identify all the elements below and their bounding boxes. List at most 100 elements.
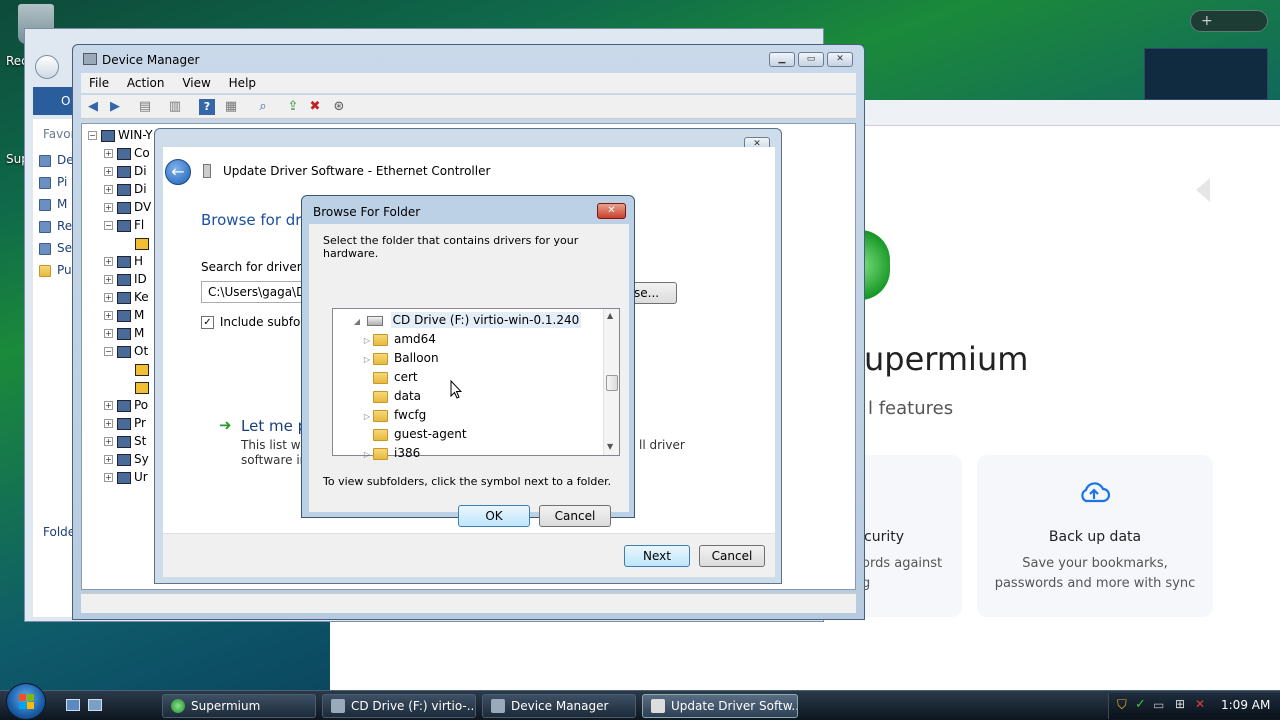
close-button[interactable]: ✕: [827, 52, 853, 67]
expand-icon[interactable]: +: [104, 455, 113, 464]
folder-row[interactable]: data: [361, 387, 421, 405]
scan-hardware-icon[interactable]: ⌕: [255, 99, 271, 115]
device-category-row[interactable]: + Ke: [104, 288, 149, 306]
taskbar-item[interactable]: Update Driver Softw...: [642, 694, 798, 718]
device-category-row[interactable]: + ID: [104, 270, 147, 288]
start-button[interactable]: [6, 683, 46, 720]
device-category-row[interactable]: − Ot: [104, 342, 148, 360]
device-category-row[interactable]: [122, 378, 152, 396]
browser-tab-controls[interactable]: +: [1190, 10, 1268, 32]
device-category-row[interactable]: + St: [104, 432, 146, 450]
help-icon[interactable]: ?: [199, 99, 215, 115]
network-icon[interactable]: ⊞: [1175, 697, 1185, 711]
dialog-close-button[interactable]: ✕: [597, 203, 626, 219]
uninstall-icon[interactable]: ✖: [307, 99, 323, 115]
folder-row[interactable]: ▷ Balloon: [361, 349, 439, 367]
cancel-button[interactable]: Cancel: [699, 545, 765, 567]
device-category-row[interactable]: [122, 234, 152, 252]
expand-icon[interactable]: +: [104, 275, 113, 284]
folder-row[interactable]: ▷ amd64: [361, 330, 436, 348]
folder-row[interactable]: ▷ fwcfg: [361, 406, 426, 424]
wizard-back-button[interactable]: ←: [165, 159, 191, 185]
tree-root[interactable]: − WIN-Y: [88, 126, 153, 144]
expand-icon[interactable]: +: [104, 149, 113, 158]
browser-back-arrow-icon[interactable]: [1196, 178, 1210, 202]
expand-arrow-icon[interactable]: ▷: [361, 351, 373, 369]
backup-card[interactable]: Back up data Save your bookmarks, passwo…: [977, 455, 1213, 617]
update-driver-icon[interactable]: ⇪: [285, 99, 301, 115]
expanded-arrow-icon[interactable]: ◢: [351, 313, 363, 331]
collapse-icon[interactable]: −: [104, 221, 113, 230]
menu-help[interactable]: Help: [229, 73, 256, 93]
folder-row[interactable]: ▷ i386: [361, 444, 420, 462]
favorite-link-3[interactable]: Re: [39, 219, 72, 233]
checkbox-check-icon[interactable]: ✓: [201, 316, 214, 329]
expand-icon[interactable]: +: [104, 329, 113, 338]
expand-icon[interactable]: +: [104, 473, 113, 482]
scroll-up-arrow-icon[interactable]: ▲: [607, 311, 613, 320]
properties-icon[interactable]: ▥: [167, 99, 183, 115]
favorite-link-4[interactable]: Se: [39, 241, 72, 255]
clock[interactable]: 1:09 AM: [1221, 698, 1270, 712]
up-icon[interactable]: ▤: [137, 99, 153, 115]
security-shield-icon[interactable]: ⛉: [1117, 698, 1127, 713]
favorite-link-1[interactable]: Pi: [39, 175, 67, 189]
favorite-link-0[interactable]: De: [39, 153, 74, 167]
switch-windows-icon[interactable]: [88, 699, 102, 711]
expand-icon[interactable]: +: [104, 167, 113, 176]
minimize-button[interactable]: ▁: [769, 52, 795, 67]
device-category-row[interactable]: + H: [104, 252, 143, 270]
collapse-icon[interactable]: −: [104, 347, 113, 356]
folder-row[interactable]: guest-agent: [361, 425, 467, 443]
show-desktop-icon[interactable]: [66, 699, 80, 711]
device-category-row[interactable]: + Ur: [104, 468, 148, 486]
scroll-down-arrow-icon[interactable]: ▼: [607, 442, 613, 451]
device-category-row[interactable]: + DV: [104, 198, 151, 216]
folders-label[interactable]: Folde: [43, 525, 75, 539]
expand-icon[interactable]: +: [104, 293, 113, 302]
explorer-back-button[interactable]: [35, 55, 59, 79]
expand-arrow-icon[interactable]: ▷: [361, 446, 373, 464]
device-category-row[interactable]: + Co: [104, 144, 150, 162]
forward-icon[interactable]: ▶: [107, 99, 123, 115]
expand-icon[interactable]: +: [104, 257, 113, 266]
device-category-row[interactable]: + Po: [104, 396, 148, 414]
display-icon[interactable]: ▭: [1153, 698, 1164, 712]
ok-button[interactable]: OK: [458, 505, 530, 527]
favorite-link-5[interactable]: Pu: [39, 263, 72, 277]
device-category-row[interactable]: + Pr: [104, 414, 146, 432]
folder-tree[interactable]: ◢ CD Drive (F:) virtio-win-0.1.240 ▷ amd6…: [332, 308, 620, 460]
scroll-thumb[interactable]: [606, 375, 618, 391]
back-icon[interactable]: ◀: [85, 99, 101, 115]
device-category-row[interactable]: + M: [104, 306, 144, 324]
device-category-row[interactable]: + M: [104, 324, 144, 342]
expand-icon[interactable]: +: [104, 401, 113, 410]
volume-muted-icon[interactable]: ✕: [1195, 697, 1205, 711]
next-button[interactable]: Next: [624, 545, 690, 567]
check-icon[interactable]: ✓: [1135, 697, 1146, 712]
device-category-row[interactable]: − Fl: [104, 216, 144, 234]
menu-action[interactable]: Action: [127, 73, 165, 93]
expand-icon[interactable]: +: [104, 185, 113, 194]
expand-icon[interactable]: +: [104, 311, 113, 320]
taskbar-item[interactable]: Device Manager: [482, 694, 636, 718]
folder-row[interactable]: cert: [361, 368, 418, 386]
device-category-row[interactable]: + Sy: [104, 450, 149, 468]
expand-icon[interactable]: +: [104, 203, 113, 212]
favorite-link-2[interactable]: M: [39, 197, 67, 211]
device-category-row[interactable]: + Di: [104, 162, 147, 180]
disable-icon[interactable]: ⊛: [331, 99, 347, 115]
expand-arrow-icon[interactable]: ▷: [361, 408, 373, 426]
device-category-row[interactable]: [122, 360, 152, 378]
taskbar-item[interactable]: CD Drive (F:) virtio-...: [322, 694, 476, 718]
expand-icon[interactable]: +: [104, 437, 113, 446]
dialog-cancel-button[interactable]: Cancel: [539, 505, 611, 527]
expand-icon[interactable]: +: [104, 419, 113, 428]
collapse-icon[interactable]: −: [88, 131, 97, 140]
view-icon[interactable]: ▦: [223, 99, 239, 115]
maximize-button[interactable]: ▭: [798, 52, 824, 67]
device-category-row[interactable]: + Di: [104, 180, 147, 198]
taskbar-item[interactable]: Supermium: [162, 694, 316, 718]
menu-file[interactable]: File: [89, 73, 109, 93]
tree-scrollbar[interactable]: ▲ ▼: [603, 309, 619, 455]
